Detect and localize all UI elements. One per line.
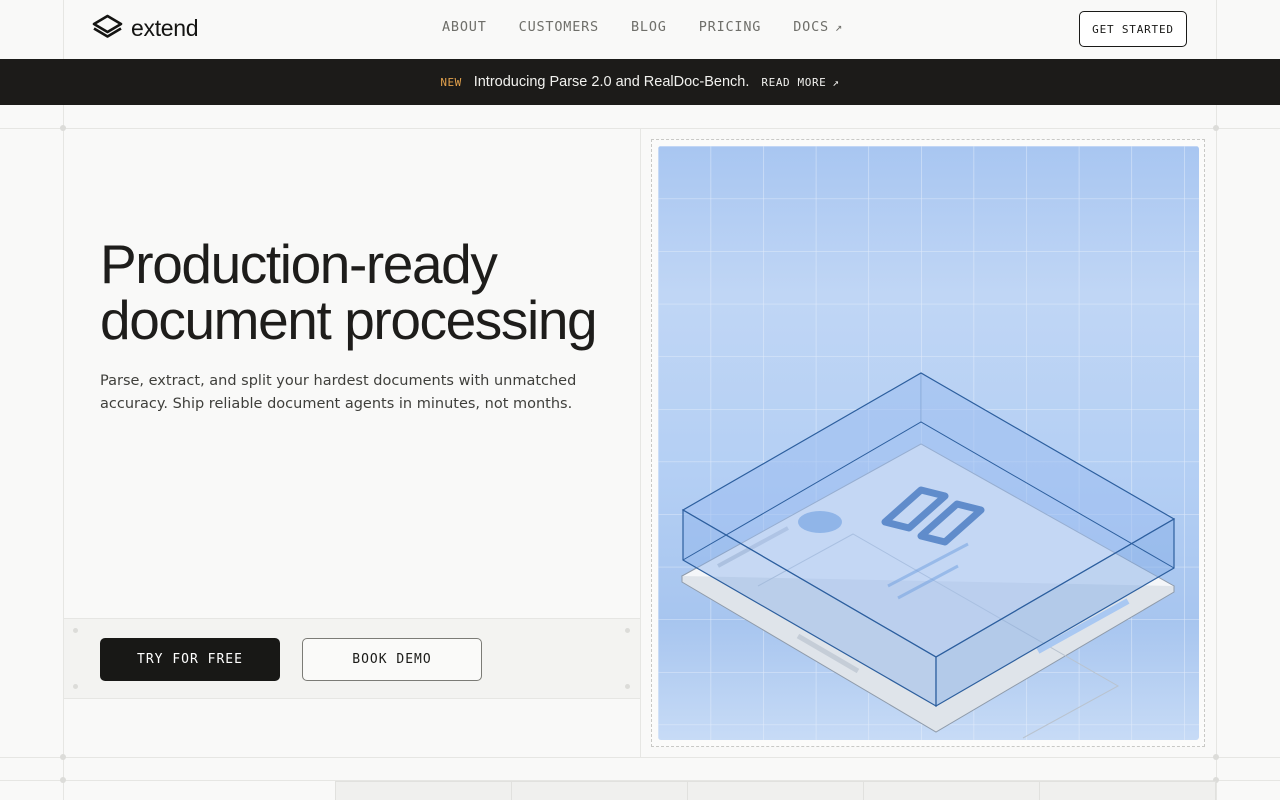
nav-item-pricing[interactable]: PRICING [699, 19, 762, 35]
guide-dot [1213, 754, 1219, 760]
bottom-tab [1039, 781, 1216, 800]
main-nav: ABOUT CUSTOMERS BLOG PRICING DOCS ↗ [442, 19, 843, 35]
nav-item-customers[interactable]: CUSTOMERS [519, 19, 599, 35]
bottom-tab [335, 781, 511, 800]
announcement-bar: NEW Introducing Parse 2.0 and RealDoc-Be… [0, 59, 1280, 105]
nav-item-blog[interactable]: BLOG [631, 19, 667, 35]
arrow-up-right-icon: ↗ [832, 75, 840, 89]
guide-line [1216, 0, 1217, 800]
guide-dot [625, 628, 630, 633]
nav-item-docs[interactable]: DOCS ↗ [793, 19, 843, 35]
arrow-up-right-icon: ↗ [834, 20, 843, 34]
guide-dot [73, 684, 78, 689]
hero-illustration [658, 146, 1199, 740]
hero-title: Production-ready document processing [100, 236, 640, 348]
get-started-button[interactable]: GET STARTED [1079, 11, 1187, 47]
guide-dot [60, 125, 66, 131]
brand-logo[interactable]: extend [92, 14, 199, 42]
layers-logo-icon [92, 14, 123, 42]
nav-item-about[interactable]: ABOUT [442, 19, 487, 35]
guide-dot [60, 754, 66, 760]
guide-dot [625, 684, 630, 689]
read-more-label: READ MORE [761, 75, 827, 89]
guide-dot [73, 628, 78, 633]
hero-subtitle: Parse, extract, and split your hardest d… [100, 373, 577, 412]
read-more-link[interactable]: READ MORE ↗ [761, 76, 839, 89]
hero-actions: TRY FOR FREE BOOK DEMO [64, 618, 640, 699]
hero-title-line1: Production-ready [100, 233, 498, 295]
nav-item-docs-label: DOCS [793, 19, 829, 35]
try-for-free-button[interactable]: TRY FOR FREE [100, 638, 280, 681]
guide-line [640, 128, 641, 758]
brand-name: extend [131, 14, 199, 41]
bottom-tab [511, 781, 687, 800]
bottom-tab [687, 781, 863, 800]
announcement-text: Introducing Parse 2.0 and RealDoc-Bench. [473, 74, 750, 90]
hero-title-line2: document processing [100, 289, 598, 351]
book-demo-button[interactable]: BOOK DEMO [302, 638, 482, 681]
site-header: extend ABOUT CUSTOMERS BLOG PRICING DOCS… [64, 0, 1216, 58]
new-badge: NEW [440, 75, 462, 89]
guide-dot [60, 777, 66, 783]
guide-dot [1213, 125, 1219, 131]
bottom-tab [863, 781, 1039, 800]
